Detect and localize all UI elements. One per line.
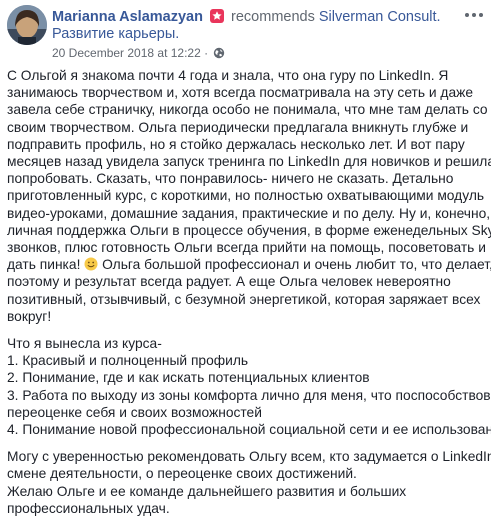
- post-header: Marianna Aslamazyan recommends Silverman…: [7, 4, 487, 60]
- list-item: 2. Понимание, где и как искать потенциал…: [7, 370, 370, 386]
- post-body: С Ольгой я знакома почти 4 года и знала,…: [7, 67, 491, 517]
- list-item: 3. Работа по выходу из зоны комфорта лич…: [7, 387, 491, 403]
- text-line: завела себе страничку, никогда особо не …: [7, 102, 488, 118]
- list-item: 4. Понимание новой профессиональной соци…: [7, 422, 491, 438]
- text-line: Желаю Ольге и ее команде дальнейшего раз…: [7, 483, 407, 499]
- header-title-line: Marianna Aslamazyan recommends Silverman…: [52, 8, 452, 26]
- avatar[interactable]: [7, 5, 47, 45]
- text-line: видео-уроками, домашние задания, практич…: [7, 205, 491, 221]
- text-fragment: Ольга большой профессионал и очень любит…: [98, 257, 491, 273]
- text-line: подправить профиль, но я стойко держалас…: [7, 136, 465, 152]
- company-link[interactable]: Silverman Consult.: [319, 9, 441, 25]
- text-line: своим творчеством. Ольга периодически пр…: [7, 119, 469, 135]
- author-name[interactable]: Marianna Aslamazyan: [52, 9, 203, 25]
- header-subtitle[interactable]: Развитие карьеры.: [52, 26, 179, 43]
- list-item: 1. Красивый и полноценный профиль: [7, 353, 249, 369]
- smile-emoji-icon: [84, 257, 98, 271]
- post-date[interactable]: 20 December 2018 at 12:22: [52, 46, 201, 60]
- meta-separator: ·: [200, 46, 212, 60]
- text-fragment: дать пинка!: [7, 257, 85, 273]
- text-line: профессиональных удач.: [7, 500, 170, 516]
- text-line: смене деятельности, о переоценке своих д…: [7, 466, 357, 482]
- text-line: С Ольгой я знакома почти 4 года и знала,…: [7, 68, 449, 83]
- text-line-with-emoji: дать пинка! Ольга большой профессионал и…: [7, 256, 491, 273]
- recommends-label: recommends: [231, 9, 315, 25]
- paragraph-3: Могу с уверенностью рекомендовать Ольгу …: [7, 448, 491, 517]
- post-meta: 20 December 2018 at 12:22 ·: [52, 46, 225, 63]
- text-line: Что я вынесла из курса-: [7, 336, 162, 352]
- text-line: поэтому и результат всегда радует. А еще…: [7, 274, 451, 290]
- text-line: личная поддержка Ольги в процессе обучен…: [7, 222, 491, 238]
- paragraph-2: Что я вынесла из курса- 1. Красивый и по…: [7, 335, 491, 438]
- globe-icon[interactable]: [213, 47, 225, 63]
- text-line: позитивный, отзывчивый, с безумной энерг…: [7, 291, 481, 307]
- text-line: занимаюсь творчеством и, хотя всегда пос…: [7, 85, 474, 101]
- text-line: звонков, плюс готовность Ольги всегда пр…: [7, 240, 486, 256]
- recommend-star-icon: [210, 9, 224, 23]
- text-line: Могу с уверенностью рекомендовать Ольгу …: [7, 449, 491, 465]
- recommendation-post: Marianna Aslamazyan recommends Silverman…: [0, 0, 491, 520]
- more-options-icon[interactable]: [463, 6, 485, 24]
- list-item: переоценке себя и своих возможностей: [7, 404, 262, 420]
- text-line: попробовать. Сказать, что понравилось- н…: [7, 171, 454, 187]
- text-line: приготовленный курс, с короткими, но пол…: [7, 188, 485, 204]
- text-line: месяцев назад увидела запуск тренинга по…: [7, 154, 491, 170]
- text-line: вокруг!: [7, 308, 52, 324]
- paragraph-1: С Ольгой я знакома почти 4 года и знала,…: [7, 67, 491, 325]
